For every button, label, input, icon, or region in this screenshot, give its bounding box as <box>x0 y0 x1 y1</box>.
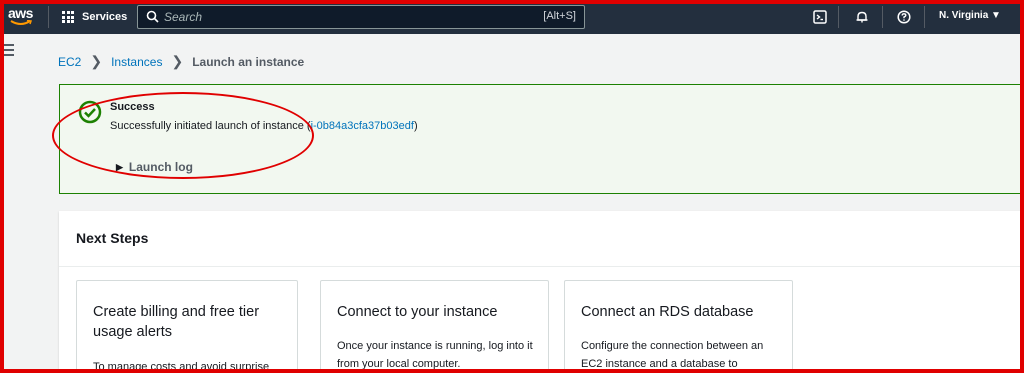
aws-logo-text: aws <box>8 5 33 21</box>
chevron-right-icon: ❯ <box>90 53 103 69</box>
breadcrumb-instances[interactable]: Instances <box>111 55 162 69</box>
nav-divider <box>838 6 839 28</box>
chevron-right-icon: ❯ <box>171 53 184 69</box>
nav-divider <box>882 6 883 28</box>
card-title: Connect an RDS database <box>581 304 754 320</box>
help-icon <box>897 10 911 24</box>
cloudshell-icon <box>813 10 827 24</box>
divider <box>59 266 1024 267</box>
help-button[interactable] <box>894 7 914 27</box>
top-navigation: aws Services [Alt+S] <box>0 0 1024 34</box>
services-menu-button[interactable]: Services <box>62 8 127 26</box>
card-title: Connect to your instance <box>337 304 498 320</box>
launch-log-label: Launch log <box>128 160 193 174</box>
services-grid-icon <box>62 11 74 23</box>
card-description: Configure the connection between an EC2 … <box>581 340 764 370</box>
launch-log-expander[interactable]: ▶ Launch log <box>116 160 193 174</box>
card-description: Once your instance is running, log into … <box>337 340 533 370</box>
alert-title: Success <box>110 101 155 113</box>
search-icon <box>146 10 159 23</box>
aws-smile-icon <box>10 20 32 25</box>
notifications-button[interactable] <box>852 7 872 27</box>
services-label: Services <box>82 11 128 23</box>
breadcrumb: EC2 ❯ Instances ❯ Launch an instance <box>58 53 304 70</box>
card-title: Create billing and free tier usage alert… <box>93 304 260 340</box>
card-connect-instance[interactable]: Connect to your instance Once your insta… <box>320 280 549 373</box>
next-steps-title: Next Steps <box>76 230 149 246</box>
breadcrumb-ec2[interactable]: EC2 <box>58 55 81 69</box>
alert-message: Successfully initiated launch of instanc… <box>110 120 418 132</box>
alert-message-text: Successfully initiated launch of instanc… <box>110 120 311 132</box>
success-alert: Success Successfully initiated launch of… <box>59 84 1024 194</box>
success-check-icon <box>78 100 102 124</box>
side-nav-toggle-icon[interactable] <box>2 44 14 59</box>
card-description: To manage costs and avoid surprise <box>93 361 270 373</box>
nav-divider <box>48 6 49 28</box>
alert-message-end: ) <box>413 120 418 132</box>
instance-id-link[interactable]: i-0b84a3cfa37b03edf <box>311 120 414 132</box>
caret-right-icon: ▶ <box>116 161 123 172</box>
cloudshell-button[interactable] <box>810 7 830 27</box>
region-selector[interactable]: N. Virginia ▼ <box>939 10 1001 21</box>
breadcrumb-current: Launch an instance <box>192 54 305 69</box>
nav-divider <box>924 6 925 28</box>
card-connect-rds[interactable]: Connect an RDS database Configure the co… <box>564 280 793 373</box>
search-box[interactable]: [Alt+S] <box>137 5 585 29</box>
bell-icon <box>856 11 868 23</box>
search-input[interactable] <box>164 9 524 25</box>
card-billing-alerts[interactable]: Create billing and free tier usage alert… <box>76 280 298 373</box>
search-shortcut-hint: [Alt+S] <box>543 10 576 22</box>
aws-logo[interactable]: aws <box>6 3 36 29</box>
